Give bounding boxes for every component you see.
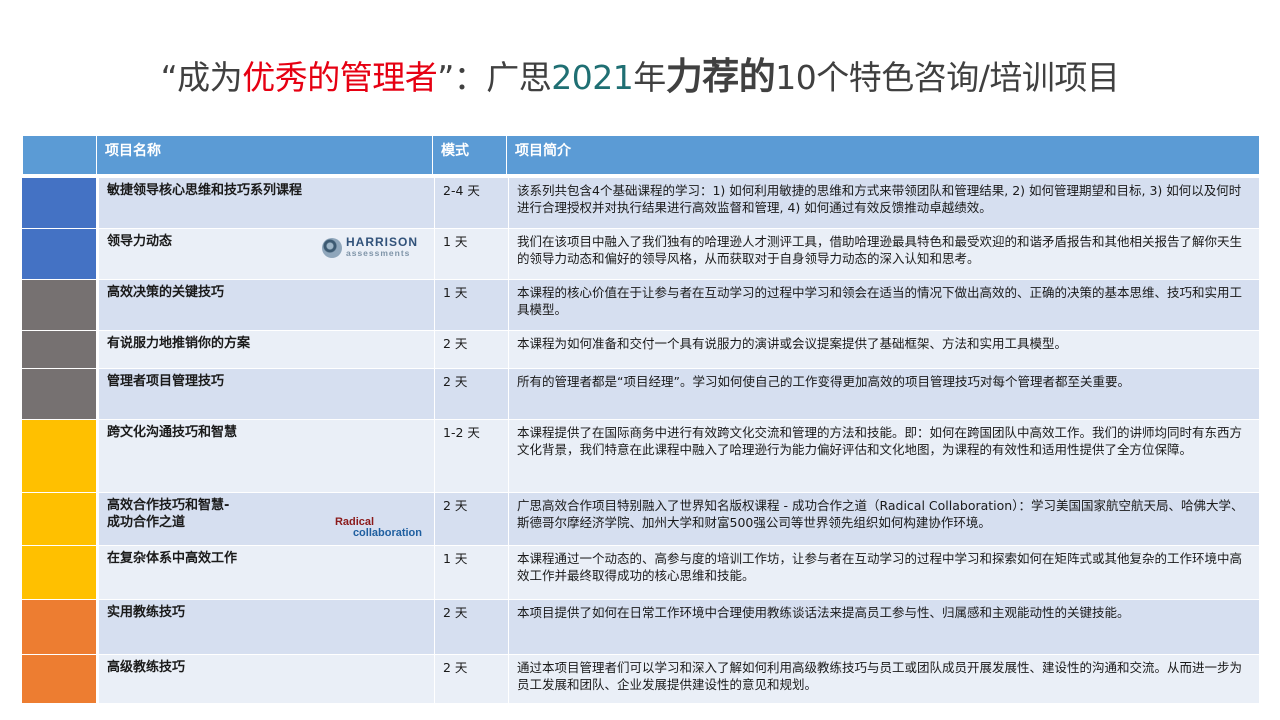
harrison-logo-main: HARRISON <box>345 235 418 249</box>
program-name-text: 高效决策的关键技巧 <box>107 285 225 300</box>
program-name-text: 实用教练技巧 <box>107 605 186 620</box>
table-row: 跨文化沟通技巧和智慧 1-2 天本课程提供了在国际商务中进行有效跨文化交流和管理的… <box>22 420 1259 493</box>
program-description: 本课程的核心价值在于让参与者在互动学习的过程中学习和领会在适当的情况下做出高效的… <box>508 280 1259 330</box>
table-row: 有说服力地推销你的方案 2 天本课程为如何准备和交付一个具有说服力的演讲或会议提案… <box>22 331 1259 369</box>
table-row: 实用教练技巧 2 天本项目提供了如何在日常工作环境中合理使用教练谈话法来提高员工参… <box>22 600 1259 655</box>
table-row: 领导力动态 HARRISON assessments 1 天我们在该项目中融入了我们独… <box>22 229 1259 280</box>
table-row: 高效合作技巧和智慧- 成功合作之道 Radical collaboration 2 天… <box>22 493 1259 546</box>
header-name: 项目名称 <box>96 136 432 174</box>
program-name: 跨文化沟通技巧和智慧 <box>98 420 434 492</box>
page-title: “成为优秀的管理者”：广思2021年力荐的10个特色咨询/培训项目 <box>160 55 1120 98</box>
category-color-bar <box>22 229 98 279</box>
program-mode: 1-2 天 <box>434 420 508 492</box>
program-description: 广思高效合作项目特别融入了世界知名版权课程 - 成功合作之道（Radical C… <box>508 493 1259 545</box>
table-row: 高效决策的关键技巧 1 天本课程的核心价值在于让参与者在互动学习的过程中学习和领会… <box>22 280 1259 331</box>
category-color-bar <box>22 331 98 368</box>
category-color-bar <box>22 369 98 419</box>
program-name-text: 领导力动态 <box>107 234 173 249</box>
program-name: 管理者项目管理技巧 <box>98 369 434 419</box>
category-color-bar <box>22 493 98 545</box>
program-mode: 1 天 <box>434 546 508 599</box>
program-description: 本课程为如何准备和交付一个具有说服力的演讲或会议提案提供了基础框架、方法和实用工… <box>508 331 1259 368</box>
program-name-text: 高级教练技巧 <box>107 660 186 675</box>
program-name-text: 跨文化沟通技巧和智慧 <box>107 425 238 440</box>
harrison-logo: HARRISON assessments <box>321 235 418 259</box>
program-mode: 1 天 <box>434 280 508 330</box>
program-mode: 2 天 <box>434 331 508 368</box>
radical-collaboration-logo: Radical collaboration <box>335 517 422 539</box>
program-name-text: 高效合作技巧和智慧- 成功合作之道 <box>107 498 230 530</box>
program-mode: 2 天 <box>434 493 508 545</box>
program-name: 实用教练技巧 <box>98 600 434 654</box>
table-header: 项目名称 模式 项目简介 <box>22 136 1259 178</box>
program-name: 高效决策的关键技巧 <box>98 280 434 330</box>
category-color-bar <box>22 178 98 228</box>
program-name-text: 敏捷领导核心思维和技巧系列课程 <box>107 183 303 198</box>
program-mode: 2 天 <box>434 655 508 703</box>
program-description: 通过本项目管理者们可以学习和深入了解如何利用高级教练技巧与员工或团队成员开展发展… <box>508 655 1259 703</box>
program-description: 本课程提供了在国际商务中进行有效跨文化交流和管理的方法和技能。即：如何在跨国团队… <box>508 420 1259 492</box>
category-color-bar <box>22 420 98 492</box>
harrison-logo-sub: assessments <box>345 248 411 258</box>
program-name: 高效合作技巧和智慧- 成功合作之道 Radical collaboration <box>98 493 434 545</box>
program-name: 领导力动态 HARRISON assessments <box>98 229 434 279</box>
category-color-bar <box>22 280 98 330</box>
program-name-text: 管理者项目管理技巧 <box>107 374 225 389</box>
program-description: 所有的管理者都是“项目经理”。学习如何使自己的工作变得更加高效的项目管理技巧对每… <box>508 369 1259 419</box>
header-color-col <box>22 136 96 174</box>
table-row: 敏捷领导核心思维和技巧系列课程 2-4 天该系列共包含4个基础课程的学习：1) 如… <box>22 178 1259 229</box>
harrison-logo-icon <box>321 238 342 258</box>
program-name: 有说服力地推销你的方案 <box>98 331 434 368</box>
program-description: 本课程通过一个动态的、高参与度的培训工作坊，让参与者在互动学习的过程中学习和探索… <box>508 546 1259 599</box>
program-description: 该系列共包含4个基础课程的学习：1) 如何利用敏捷的思维和方式来带领团队和管理结… <box>508 178 1259 228</box>
table-row: 管理者项目管理技巧 2 天所有的管理者都是“项目经理”。学习如何使自己的工作变得更… <box>22 369 1259 420</box>
program-name: 高级教练技巧 <box>98 655 434 703</box>
category-color-bar <box>22 546 98 599</box>
program-mode: 2-4 天 <box>434 178 508 228</box>
program-name: 在复杂体系中高效工作 <box>98 546 434 599</box>
header-desc: 项目简介 <box>506 136 1259 174</box>
program-mode: 2 天 <box>434 369 508 419</box>
table-row: 高级教练技巧 2 天通过本项目管理者们可以学习和深入了解如何利用高级教练技巧与员工… <box>22 655 1259 704</box>
program-description: 本项目提供了如何在日常工作环境中合理使用教练谈话法来提高员工参与性、归属感和主观… <box>508 600 1259 654</box>
header-mode: 模式 <box>432 136 506 174</box>
program-name-text: 在复杂体系中高效工作 <box>107 551 238 566</box>
category-color-bar <box>22 600 98 654</box>
table-row: 在复杂体系中高效工作 1 天本课程通过一个动态的、高参与度的培训工作坊，让参与者在… <box>22 546 1259 600</box>
program-name: 敏捷领导核心思维和技巧系列课程 <box>98 178 434 228</box>
radical-logo-text-2: collaboration <box>352 527 422 539</box>
category-color-bar <box>22 655 98 703</box>
program-mode: 1 天 <box>434 229 508 279</box>
program-table: 项目名称 模式 项目简介 敏捷领导核心思维和技巧系列课程 2-4 天该系列共包含4… <box>22 136 1259 704</box>
program-description: 我们在该项目中融入了我们独有的哈理逊人才测评工具，借助哈理逊最具特色和最受欢迎的… <box>508 229 1259 279</box>
program-mode: 2 天 <box>434 600 508 654</box>
program-name-text: 有说服力地推销你的方案 <box>107 336 251 351</box>
